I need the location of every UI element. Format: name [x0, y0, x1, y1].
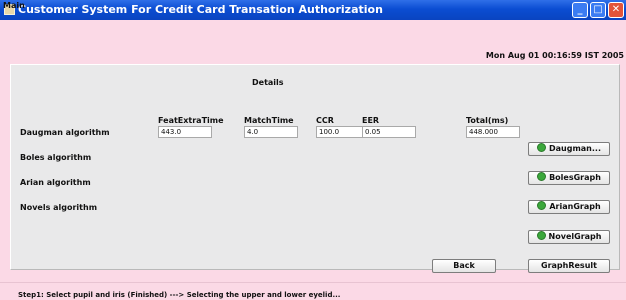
back-button[interactable]: Back — [432, 259, 496, 273]
boles-graph-button[interactable]: BolesGraph — [528, 171, 610, 185]
graph-icon — [536, 143, 546, 152]
maximize-button[interactable]: □ — [590, 2, 606, 18]
boles-graph-label: BolesGraph — [549, 173, 601, 182]
matchtime-field[interactable]: 4.0 — [244, 126, 298, 138]
column-header-matchtime: MatchTime — [244, 116, 294, 125]
panel-title: Details — [252, 78, 284, 87]
minimize-icon: _ — [577, 4, 583, 15]
daugman-graph-label: Daugman... — [548, 144, 601, 153]
minimize-button[interactable]: _ — [572, 2, 588, 18]
column-header-featextratime: FeatExtraTime — [158, 116, 224, 125]
arian-graph-label: ArianGraph — [549, 202, 601, 211]
row-label-daugman: Daugman algorithm — [20, 128, 110, 137]
status-text: Step1: Select pupil and iris (Finished) … — [18, 291, 341, 299]
arian-graph-button[interactable]: ArianGraph — [528, 200, 610, 214]
novel-graph-button[interactable]: NovelGraph — [528, 230, 610, 244]
menu-bar — [0, 20, 626, 32]
date-label: Mon Aug 01 00:16:59 IST 2005 — [485, 51, 624, 60]
row-label-novels: Novels algorithm — [20, 203, 98, 212]
total-field[interactable]: 448.000 — [466, 126, 520, 138]
graph-icon — [537, 172, 547, 181]
maximize-icon: □ — [593, 4, 603, 15]
close-button[interactable]: ✕ — [608, 2, 624, 18]
status-divider — [0, 282, 626, 283]
featextratime-field[interactable]: 443.0 — [158, 126, 212, 138]
close-icon: ✕ — [611, 4, 621, 15]
menu-main[interactable]: Main — [3, 1, 25, 10]
graph-result-button[interactable]: GraphResult — [528, 259, 610, 273]
eer-field[interactable]: 0.05 — [362, 126, 416, 138]
row-label-boles: Boles algorithm — [20, 153, 92, 162]
column-header-total: Total(ms) — [466, 116, 509, 125]
column-header-ccr: CCR — [316, 116, 334, 125]
column-header-eer: EER — [362, 116, 380, 125]
novel-graph-label: NovelGraph — [548, 232, 602, 241]
graph-icon — [536, 231, 546, 240]
daugman-graph-button[interactable]: Daugman... — [528, 142, 610, 156]
row-label-arian: Arian algorithm — [20, 178, 91, 187]
graph-icon — [537, 201, 547, 210]
window-title: Customer System For Credit Card Transati… — [18, 3, 383, 16]
